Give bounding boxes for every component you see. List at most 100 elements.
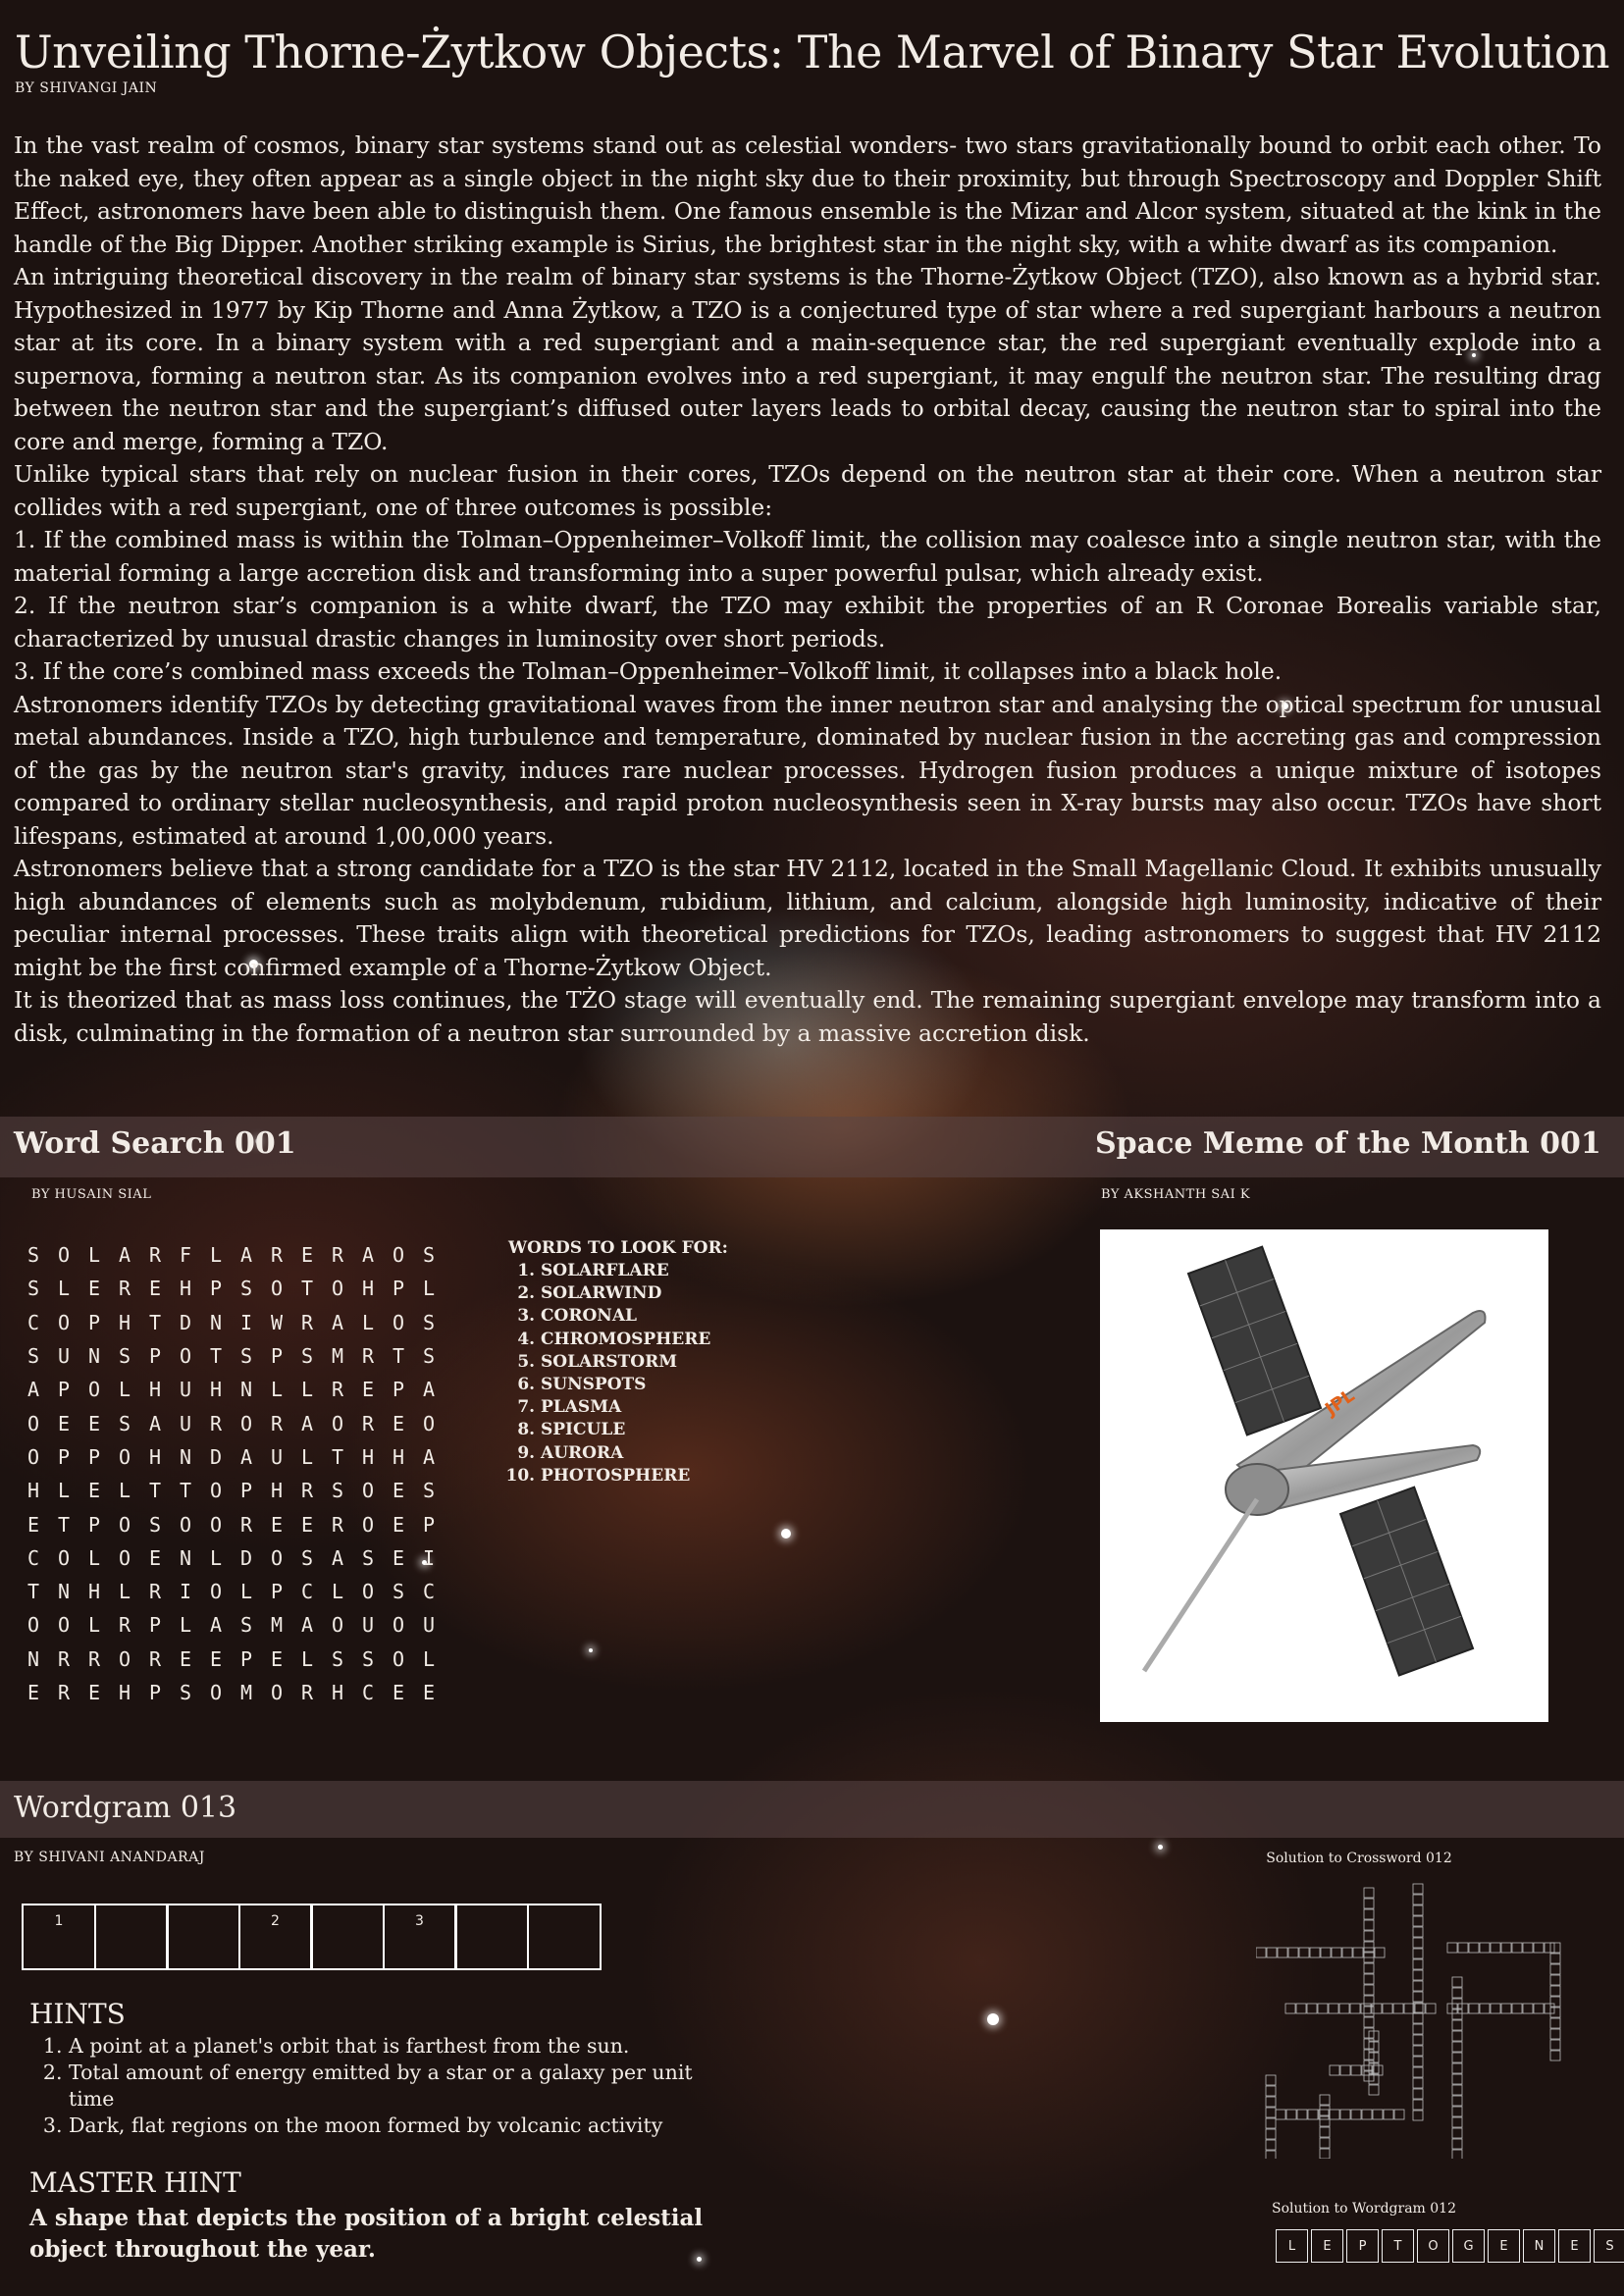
wordgram-box[interactable] [526,1904,602,1970]
article-byline: BY SHIVANGI JAIN [15,80,158,96]
wordgram-solution-letter: E [1488,2229,1520,2263]
wordgram-box[interactable]: 1 [22,1904,96,1970]
crossword-cell [1549,1996,1561,2008]
crossword-cell [1549,1974,1561,1986]
wordgram-box[interactable] [166,1904,240,1970]
crossword-cell [1412,1991,1424,2003]
wordsearch-letter: A [332,1310,344,1334]
wordgram-box[interactable]: 2 [237,1904,313,1970]
wordsearch-letter: R [332,1378,344,1402]
wordsearch-letter: P [393,1378,405,1402]
crossword-cell [1319,2105,1331,2116]
crossword-cell [1363,1941,1375,1953]
crossword-cell [1329,2064,1340,2076]
wordsearch-letter: E [180,1646,192,1671]
crossword-cell [1363,1898,1375,1909]
wordsearch-letter: P [58,1444,71,1469]
crossword-cell [1320,1947,1332,1958]
word-list-item: PHOTOSPHERE [541,1465,728,1487]
wordsearch-letter: U [58,1344,71,1369]
wordsearch-letter: O [119,1545,131,1570]
wordsearch-letter: O [362,1479,375,1503]
wordgram-title: Wordgram 013 [14,1791,237,1825]
wordsearch-letter: R [301,1681,314,1704]
wordsearch-title: Word Search 001 [14,1126,296,1161]
wordgram-box-number: 3 [415,1913,424,1929]
wordsearch-letter: E [301,1512,314,1537]
crossword-cell [1468,1942,1480,1954]
wordsearch-letter: P [240,1479,253,1503]
wordsearch-letter: S [423,1310,436,1334]
wordsearch-letter: N [58,1580,71,1604]
crossword-cell [1451,2052,1463,2063]
wordsearch-letter: C [27,1545,40,1570]
wordsearch-row: COLOENLDOSASEI [27,1541,453,1575]
crossword-cell [1522,1942,1534,1954]
wordsearch-letter: E [271,1646,284,1671]
word-list-heading: WORDS TO LOOK FOR: [508,1238,728,1258]
crossword-cell [1319,2126,1331,2138]
section-header-band: Word Search 001 Space Meme of the Month … [0,1117,1624,1177]
crossword-cell [1363,1887,1375,1899]
wordsearch-letter: A [240,1444,253,1469]
crossword-cell [1451,2073,1463,2085]
crossword-cell [1382,2003,1393,2014]
wordgram-solution-letter: O [1417,2229,1449,2263]
wordsearch-letter: O [210,1681,223,1704]
wordsearch-letter: S [240,1613,253,1638]
article-body: In the vast realm of cosmos, binary star… [14,130,1601,1050]
meme-byline: BY AKSHANTH SAI K [1101,1187,1251,1202]
crossword-cell [1352,1947,1364,1958]
article-paragraph: Astronomers believe that a strong candid… [14,855,1601,981]
wordgram-solution-letter: P [1346,2229,1379,2263]
wordsearch-letter: H [180,1277,192,1301]
wordsearch-letter: R [149,1646,162,1671]
crossword-cell [1363,1908,1375,1920]
wordgram-header-band: Wordgram 013 [0,1781,1624,1838]
wordgram-box[interactable]: 3 [382,1904,457,1970]
crossword-cell [1451,2149,1463,2159]
nail-clipper-satellite-icon: JPL [1141,1245,1487,1677]
crossword-cell [1446,1942,1458,1954]
wordsearch-letter: O [119,1512,131,1537]
crossword-cell [1549,2050,1561,2061]
crossword-cell [1265,2074,1277,2086]
wordgram-box[interactable] [454,1904,529,1970]
wordsearch-letter: S [119,1344,131,1369]
wordsearch-letter: E [88,1277,101,1301]
wordgram-box[interactable] [310,1904,385,1970]
meme-title: Space Meme of the Month 001 [1095,1126,1601,1161]
wordsearch-letter: R [332,1243,344,1268]
crossword-cell [1544,1942,1555,1954]
wordsearch-letter: O [210,1512,223,1537]
wordsearch-letter: A [332,1545,344,1570]
wordsearch-letter: E [393,1479,405,1503]
wordsearch-row: OOLRPLASMAOUOU [27,1608,453,1642]
crossword-cell [1451,2127,1463,2139]
crossword-cell [1412,2077,1424,2089]
wordsearch-letter: T [27,1580,40,1604]
wordsearch-letter: I [180,1580,192,1604]
wordsearch-letter: E [88,1411,101,1435]
crossword-cell [1451,2095,1463,2107]
crossword-cell [1549,1963,1561,1975]
wordgram-solution-letter: L [1276,2229,1308,2263]
crossword-cell [1265,2107,1277,2118]
wordsearch-letter: O [210,1479,223,1503]
crossword-cell [1350,2109,1362,2120]
wordsearch-letter: E [393,1512,405,1537]
wordgram-box[interactable] [93,1904,169,1970]
wordsearch-letter: R [271,1243,284,1268]
wordsearch-letter: H [362,1277,375,1301]
wordsearch-letter: O [271,1545,284,1570]
wordsearch-letter: A [240,1243,253,1268]
wordsearch-letter: E [271,1512,284,1537]
wordsearch-letter: E [301,1243,314,1268]
wordsearch-letter: H [210,1378,223,1402]
crossword-cell [1363,1995,1375,2007]
wordsearch-letter: T [332,1444,344,1469]
wordsearch-letter: P [240,1646,253,1671]
article-paragraph: It is theorized that as mass loss contin… [14,986,1601,1047]
wordsearch-letter: L [88,1613,101,1638]
crossword-cell [1533,2003,1545,2014]
